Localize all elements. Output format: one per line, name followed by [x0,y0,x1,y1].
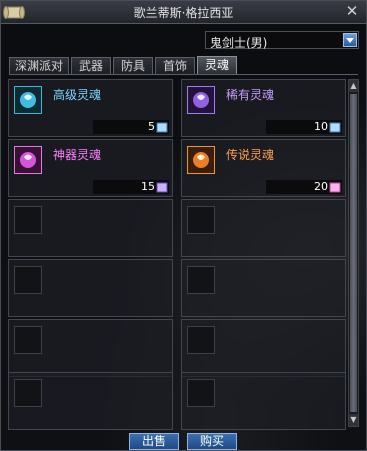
empty-slot [14,379,42,407]
tab-weapon[interactable]: 武器 [71,57,111,74]
item-cell-rare-soul[interactable]: 稀有灵魂 10 [181,79,346,137]
empty-slot [14,206,42,234]
cube-icon [156,182,168,193]
quantity-box: 20 [266,180,342,194]
soul-purple-icon[interactable] [187,86,215,114]
empty-item-cell [8,319,173,377]
item-quantity: 5 [148,120,155,133]
empty-slot [187,266,215,294]
quantity-box: 5 [93,120,169,134]
item-name: 传说灵魂 [226,148,275,162]
empty-item-cell [181,319,346,377]
item-name: 神器灵魂 [53,148,102,162]
item-name: 高级灵魂 [53,88,102,102]
empty-item-cell [8,372,173,430]
tab-accessory[interactable]: 首饰 [155,57,195,74]
tab-armor[interactable]: 防具 [113,57,153,74]
item-quantity: 15 [141,180,155,193]
class-dropdown[interactable]: 鬼剑士(男) [205,31,359,50]
category-tabs: 深渊派对 武器 防具 首饰 灵魂 [9,56,358,75]
item-quantity: 10 [314,120,328,133]
chevron-down-icon[interactable] [343,33,357,47]
scroll-thumb[interactable] [350,94,357,412]
empty-slot [14,326,42,354]
empty-slot [187,206,215,234]
quantity-box: 10 [266,120,342,134]
item-cell-legendary-soul[interactable]: 传说灵魂 20 [181,139,346,197]
empty-item-cell [181,372,346,430]
empty-item-cell [181,259,346,317]
empty-slot [187,326,215,354]
empty-slot [14,266,42,294]
quantity-box: 15 [93,180,169,194]
soul-pink-icon[interactable] [14,146,42,174]
shop-window: 歌兰蒂斯·格拉西亚 ✕ 鬼剑士(男) 深渊派对 武器 防具 首饰 灵魂 高级灵魂… [0,0,367,451]
tab-soul[interactable]: 灵魂 [197,56,237,74]
buy-button[interactable]: 购买 [187,433,237,450]
item-grid: 高级灵魂 5 稀有灵魂 10 神器灵魂 15 传说灵魂 20 [8,76,346,431]
cube-icon [156,122,168,133]
item-quantity: 20 [314,180,328,193]
cube-icon [329,182,341,193]
soul-blue-icon[interactable] [14,86,42,114]
tab-divider [9,74,358,75]
empty-item-cell [181,199,346,257]
item-name: 稀有灵魂 [226,88,275,102]
tab-abyss-party[interactable]: 深渊派对 [9,57,69,74]
empty-item-cell [8,259,173,317]
cube-icon [329,122,341,133]
close-icon[interactable]: ✕ [344,3,360,19]
sell-button[interactable]: 出售 [129,433,179,450]
scrollbar[interactable]: ▲ ▼ [348,79,359,427]
item-cell-artifact-soul[interactable]: 神器灵魂 15 [8,139,173,197]
empty-slot [187,379,215,407]
title-bar[interactable]: 歌兰蒂斯·格拉西亚 ✕ [1,1,366,24]
empty-item-cell [8,199,173,257]
scroll-up-icon[interactable]: ▲ [349,80,358,92]
filter-row: 鬼剑士(男) [1,24,366,56]
item-cell-high-soul[interactable]: 高级灵魂 5 [8,79,173,137]
window-title: 歌兰蒂斯·格拉西亚 [133,6,234,20]
scroll-down-icon[interactable]: ▼ [349,414,358,426]
soul-orange-icon[interactable] [187,146,215,174]
class-dropdown-value: 鬼剑士(男) [210,36,268,50]
